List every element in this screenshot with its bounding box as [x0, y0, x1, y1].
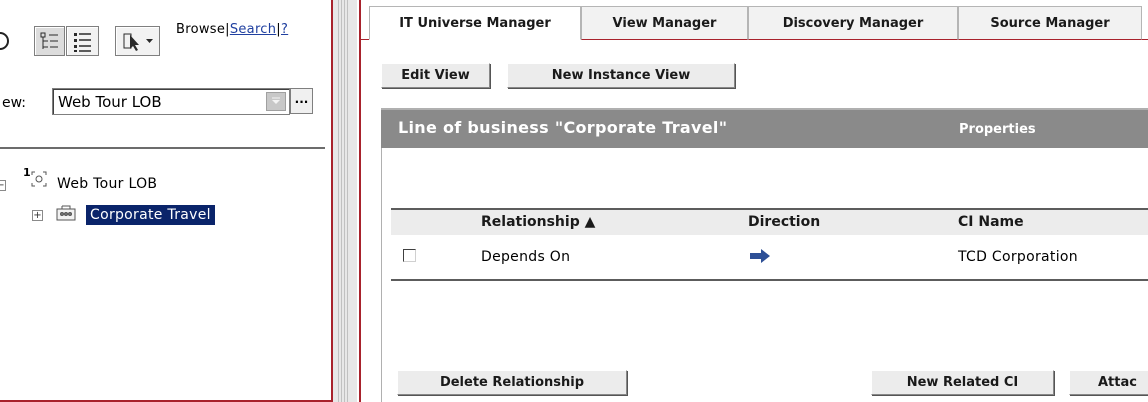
right-arrow-icon	[750, 249, 770, 263]
tree-view-button[interactable]	[34, 26, 65, 56]
new-related-ci-button[interactable]: New Related CI	[871, 370, 1054, 395]
ci-name-cell: TCD Corporation	[958, 249, 1078, 265]
view-select[interactable]: Web Tour LOB	[52, 88, 290, 115]
attach-button[interactable]: Attac	[1069, 370, 1148, 395]
column-header-relationship[interactable]: Relationship ▲	[481, 214, 595, 230]
tab-discovery-manager[interactable]: Discovery Manager	[748, 6, 958, 40]
tab-source-manager[interactable]: Source Manager	[958, 6, 1142, 40]
table-bottom-border	[391, 279, 1148, 281]
section-title: Line of business "Corporate Travel"	[398, 118, 728, 137]
table-header: Relationship ▲ Direction CI Name	[391, 210, 1148, 235]
tab-view-manager[interactable]: View Manager	[581, 6, 748, 40]
help-link[interactable]: ?	[281, 22, 288, 37]
splitter-grip	[347, 0, 348, 402]
expand-icon[interactable]: +	[32, 210, 43, 221]
table-row[interactable]: Depends On TCD Corporation	[391, 235, 1148, 279]
tree-view-icon	[40, 32, 58, 49]
main-pane: IT Universe Manager View Manager Discove…	[359, 0, 1148, 402]
pane-splitter[interactable]	[333, 0, 357, 402]
delete-relationship-button[interactable]: Delete Relationship	[397, 370, 627, 395]
pointer-tool-icon	[123, 33, 153, 51]
tree-item-web-tour-lob[interactable]: Web Tour LOB	[57, 176, 157, 192]
column-header-ci-name[interactable]: CI Name	[958, 214, 1024, 230]
browse-search-links: Browse|Search|?	[176, 22, 288, 37]
edit-view-button[interactable]: Edit View	[381, 63, 490, 88]
splitter-grip	[338, 0, 339, 402]
business-line-icon	[56, 205, 76, 221]
splitter-grip	[341, 0, 342, 402]
browse-pane: Browse|Search|? ew: Web Tour LOB ... − 1…	[0, 0, 333, 402]
select-tool-dropdown[interactable]	[115, 26, 160, 56]
search-link[interactable]: Search	[230, 22, 276, 37]
splitter-grip	[344, 0, 345, 402]
browse-label: Browse	[176, 22, 226, 37]
view-more-button[interactable]: ...	[290, 88, 313, 114]
tab-it-universe-manager[interactable]: IT Universe Manager	[369, 6, 581, 40]
divider	[0, 147, 325, 149]
tree-item-corporate-travel[interactable]: Corporate Travel	[86, 205, 215, 225]
column-header-direction[interactable]: Direction	[748, 214, 820, 230]
properties-label[interactable]: Properties	[959, 122, 1036, 137]
list-view-icon	[74, 33, 91, 52]
row-checkbox[interactable]	[403, 249, 416, 262]
relationship-cell: Depends On	[481, 249, 571, 265]
section-header: Line of business "Corporate Travel" Prop…	[381, 108, 1148, 148]
new-instance-view-button[interactable]: New Instance View	[507, 63, 735, 88]
dropdown-arrow-icon[interactable]	[266, 92, 286, 111]
view-label: ew:	[2, 95, 27, 111]
list-view-button[interactable]	[66, 26, 99, 56]
view-select-value: Web Tour LOB	[58, 93, 162, 111]
view-node-icon	[31, 171, 47, 187]
collapse-icon[interactable]: −	[0, 180, 6, 191]
refresh-icon[interactable]	[0, 30, 10, 52]
